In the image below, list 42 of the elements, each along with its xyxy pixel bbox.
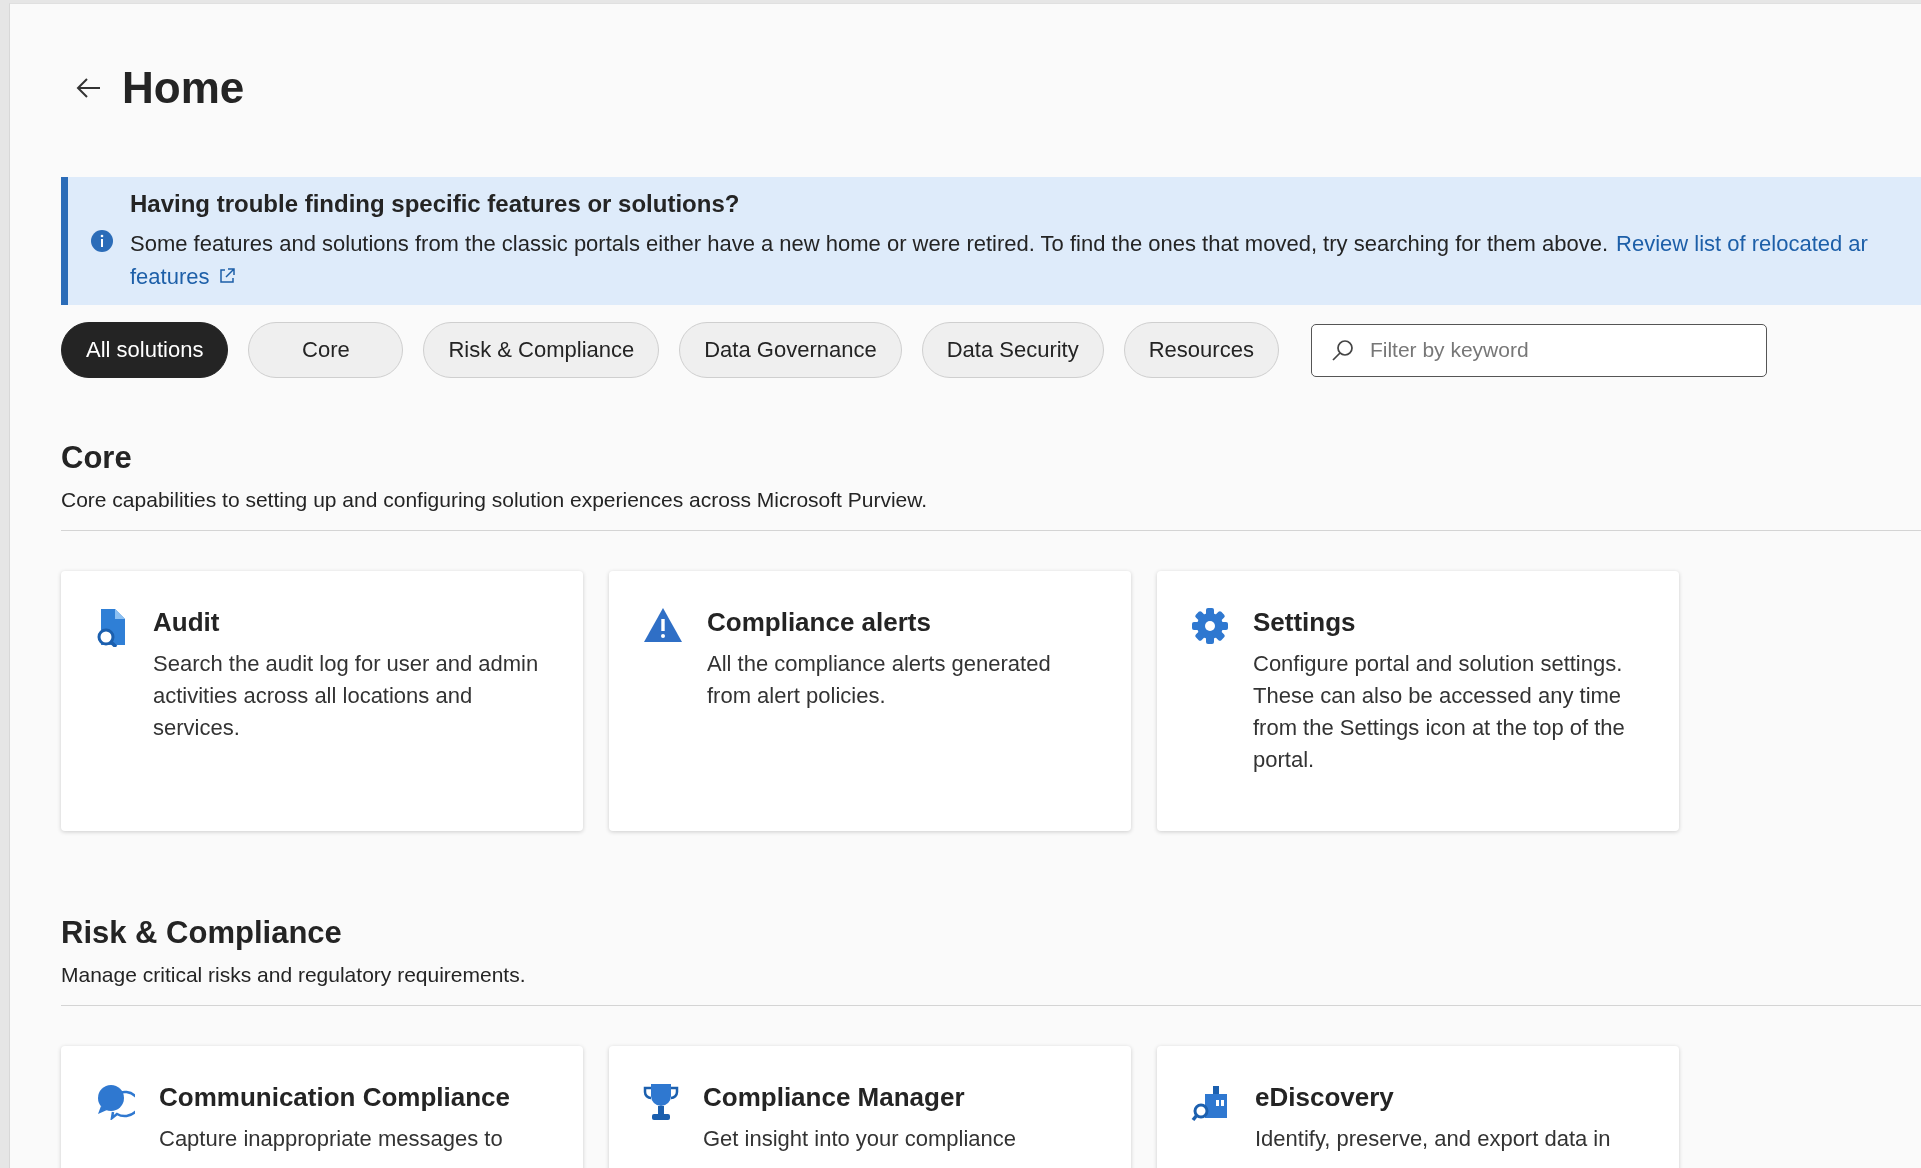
solution-card[interactable]: Compliance alerts All the compliance alerts generated from alert policies. bbox=[609, 571, 1131, 831]
card-description: Capture inappropriate messages to bbox=[159, 1125, 504, 1153]
trophy-icon bbox=[643, 1082, 679, 1122]
solution-card[interactable]: Compliance Manager Get insight into your compliance bbox=[609, 1046, 1131, 1168]
filter-chip[interactable]: Data Security bbox=[921, 322, 1104, 378]
section-title: Core bbox=[61, 440, 133, 476]
card-description: Identify, preserve, and export data in bbox=[1255, 1125, 1611, 1153]
page-title: Home bbox=[122, 63, 245, 113]
features-link[interactable]: features bbox=[130, 259, 210, 293]
card-description: Configure portal and solution settings. These can also be accessed any time from the Settings icon at the top of the portal. bbox=[1253, 650, 1626, 774]
relocated-list-link[interactable]: Review list of relocated ar bbox=[1616, 226, 1868, 260]
solution-card[interactable]: eDiscovery Identify, preserve, and export data in bbox=[1157, 1046, 1679, 1168]
card-title: Settings bbox=[1253, 607, 1357, 638]
solution-card[interactable]: Audit Search the audit log for user and admin activities across all locations and services. bbox=[61, 571, 583, 831]
solution-card[interactable]: Communication Compliance Capture inappropriate messages to bbox=[61, 1046, 583, 1168]
filter-chip[interactable]: Core bbox=[248, 322, 404, 378]
chat-bubbles-icon bbox=[95, 1082, 135, 1120]
info-icon bbox=[90, 229, 114, 253]
card-title: Audit bbox=[153, 607, 221, 638]
external-link-icon bbox=[217, 267, 236, 285]
card-title: Communication Compliance bbox=[159, 1082, 511, 1113]
solution-card[interactable]: Settings Configure portal and solution settings. These can also be accessed any time from the Settings icon at the top of the portal. bbox=[1157, 571, 1679, 831]
filter-chip[interactable]: Data Governance bbox=[679, 322, 902, 378]
search-icon bbox=[1330, 337, 1355, 362]
back-arrow-icon[interactable] bbox=[76, 77, 102, 99]
card-description: Search the audit log for user and admin activities across all locations and services. bbox=[153, 650, 539, 742]
section-description: Manage critical risks and regulatory requirements. bbox=[61, 963, 527, 987]
section-title: Risk & Compliance bbox=[61, 915, 343, 951]
card-title: Compliance alerts bbox=[707, 607, 932, 638]
card-description: Get insight into your compliance bbox=[703, 1125, 1017, 1153]
warning-icon bbox=[643, 607, 683, 643]
filter-chip[interactable]: Resources bbox=[1123, 322, 1279, 378]
section-description: Core capabilities to setting up and configuring solution experiences across Microsoft Purview. bbox=[61, 488, 929, 512]
card-description: All the compliance alerts generated from alert policies. bbox=[707, 650, 1052, 710]
settings-icon bbox=[1191, 607, 1229, 645]
filter-chip[interactable]: Risk & Compliance bbox=[423, 322, 660, 378]
filter-chip[interactable]: All solutions bbox=[61, 322, 229, 378]
card-title: eDiscovery bbox=[1255, 1082, 1395, 1113]
banner-message: Some features and solutions from the classic portals either have a new home or were retired. To find the ones that moved, try searching for them above. bbox=[130, 229, 1609, 258]
banner-title: Having trouble finding specific features or solutions? bbox=[130, 189, 741, 218]
filter-field[interactable]: Filter by keyword bbox=[1310, 323, 1767, 377]
card-title: Compliance Manager bbox=[703, 1082, 966, 1113]
